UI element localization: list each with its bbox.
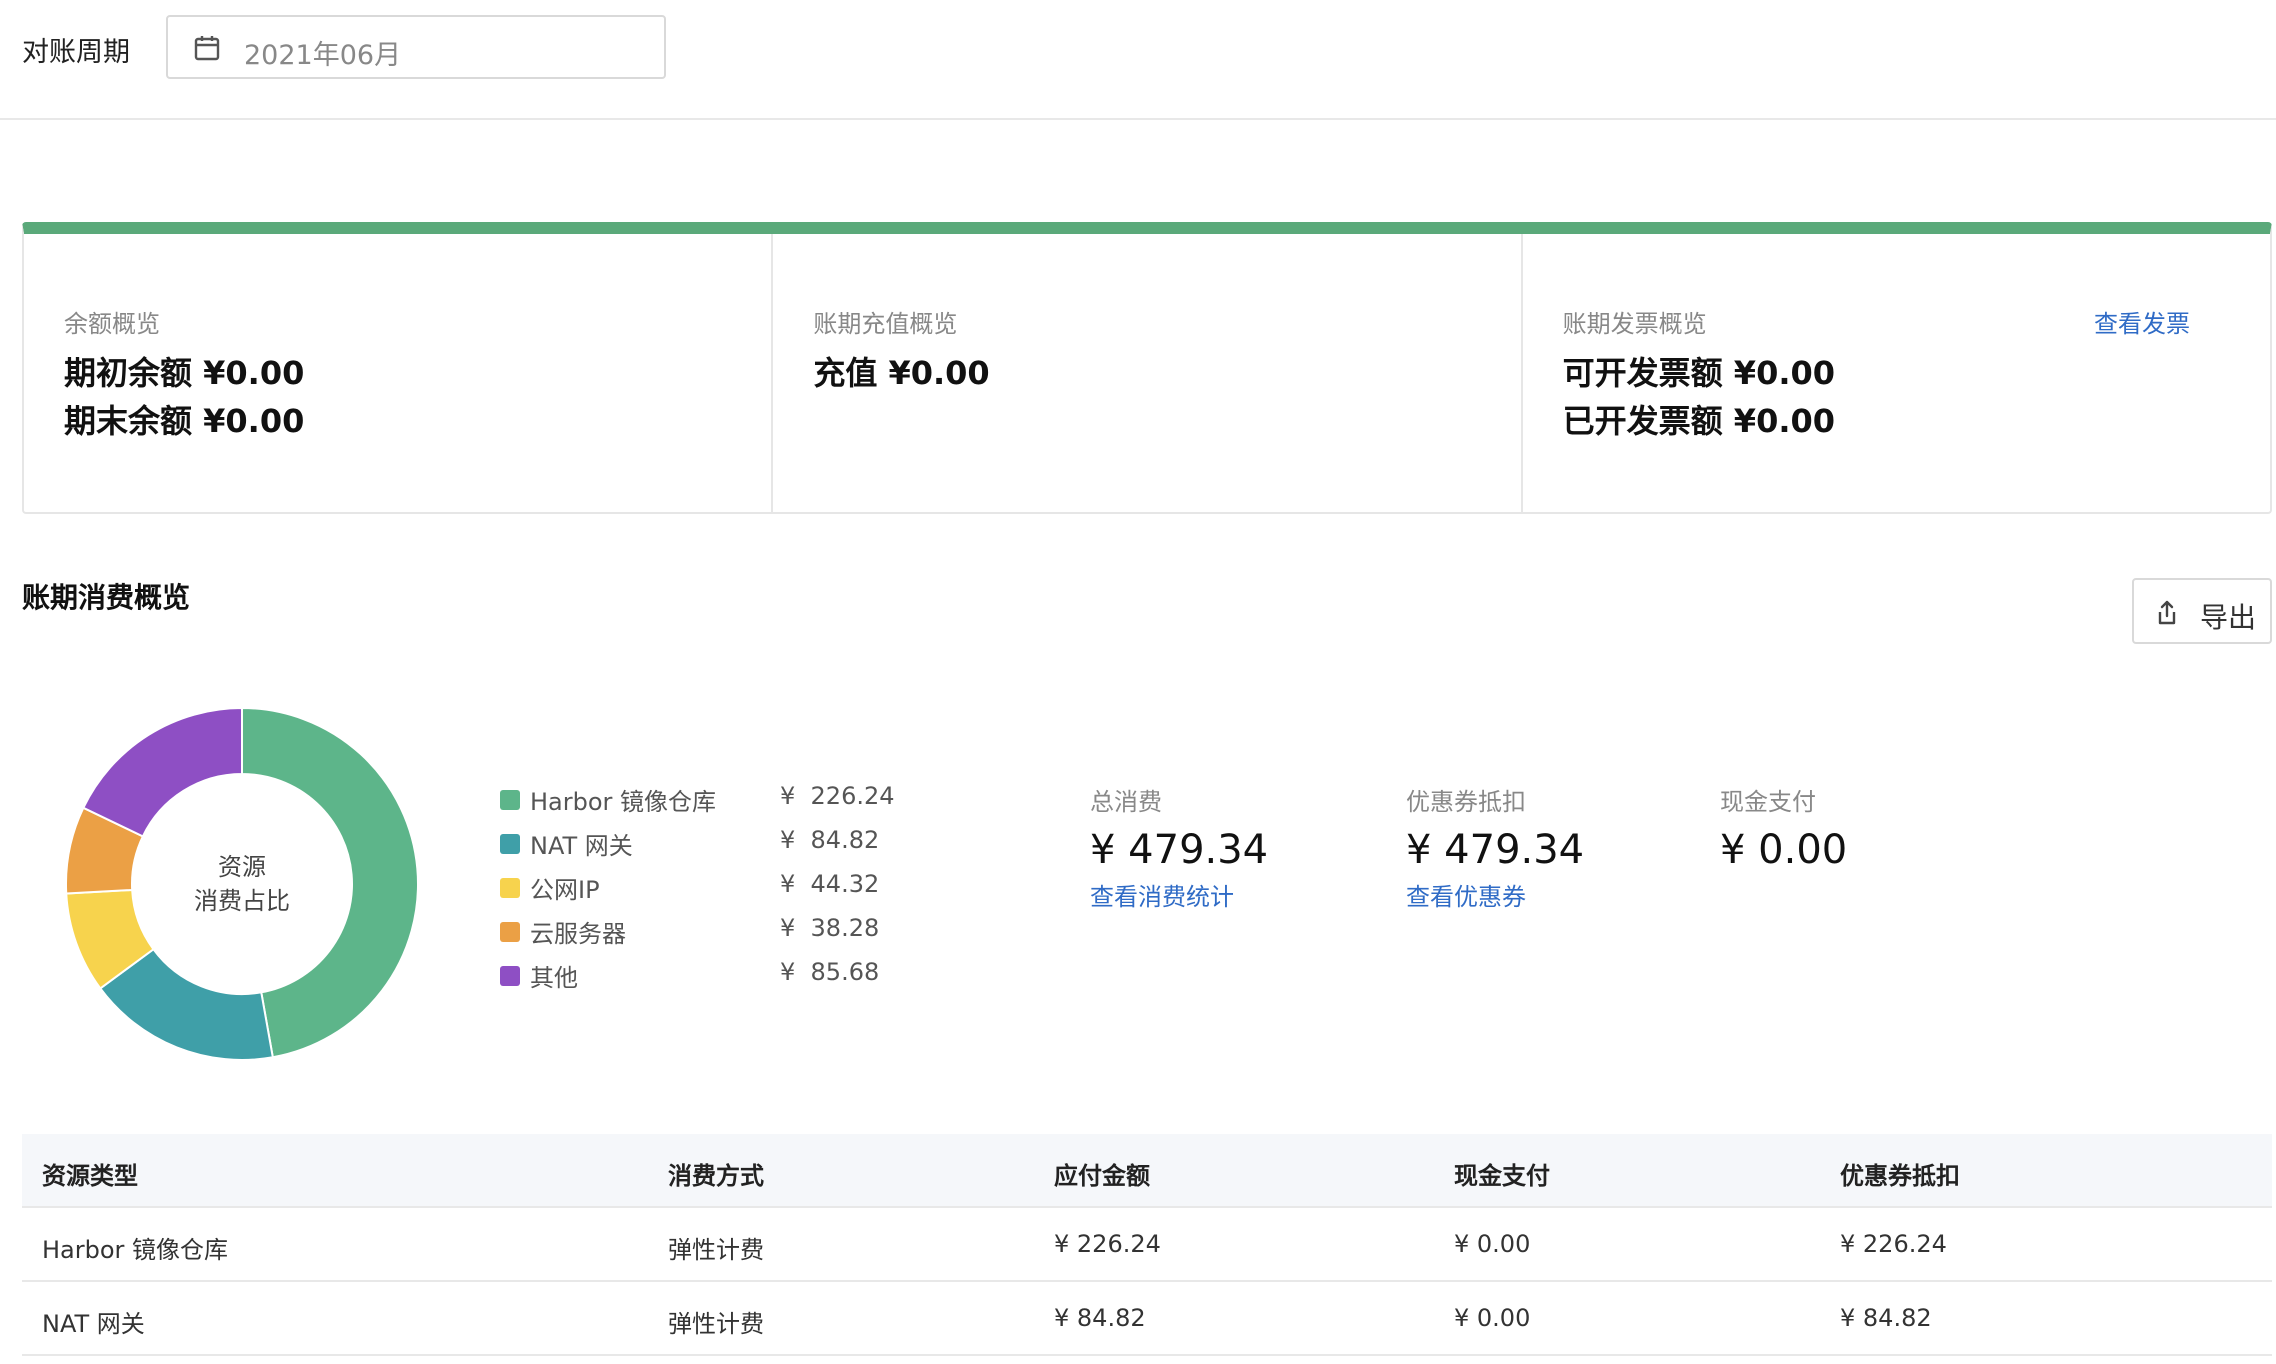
legend-item: 其他 ¥ 85.68 [500,956,920,1000]
table-cell: ¥ 226.24 [1054,1230,1161,1258]
cash-payment-stat: 现金支付 ¥ 0.00 [1720,782,1847,873]
coupon-value: ¥ 479.34 [1406,827,1585,873]
table-cell: 弹性计费 [668,1236,764,1264]
table-cell: ¥ 0.00 [1454,1304,1531,1332]
legend-swatch [500,790,520,810]
invoice-title: 账期发票概览 [1562,310,1707,338]
legend-amount: ¥ 85.68 [780,958,880,986]
invoice-card: 账期发票概览 查看发票 可开发票额 ¥0.00 已开发票额 ¥0.00 [1523,234,2270,512]
legend-item: NAT 网关 ¥ 84.82 [500,824,920,868]
summary-panel: 余额概览 期初余额 ¥0.00 期末余额 ¥0.00 账期充值概览 充值 ¥0.… [22,222,2272,514]
coupon-deduction-stat: 优惠券抵扣 ¥ 479.34 查看优惠券 [1406,782,1584,912]
invoice-available: 可开发票额 ¥0.00 [1562,354,1836,392]
total-value: ¥ 479.34 [1090,827,1269,873]
column-header: 消费方式 [668,1162,764,1190]
table-cell: ¥ 226.24 [1840,1230,1947,1258]
legend-amount: ¥ 84.82 [780,826,880,854]
legend-swatch [500,878,520,898]
legend-name: 云服务器 [530,920,626,948]
column-header: 应付金额 [1054,1162,1150,1190]
legend-item: 公网IP ¥ 44.32 [500,868,920,912]
period-date-picker[interactable]: 2021年06月 [166,15,666,79]
coupon-label: 优惠券抵扣 [1406,788,1526,816]
table-cell: ¥ 0.00 [1454,1230,1531,1258]
column-header: 资源类型 [42,1162,138,1190]
filter-bar: 对账周期 2021年06月 [0,0,2276,120]
consumption-table: 资源类型 消费方式 应付金额 现金支付 优惠券抵扣 Harbor 镜像仓库 弹性… [22,1134,2272,1356]
cash-label: 现金支付 [1720,788,1816,816]
legend-item: Harbor 镜像仓库 ¥ 226.24 [500,780,920,824]
table-row: NAT 网关 弹性计费 ¥ 84.82 ¥ 0.00 ¥ 84.82 [22,1282,2272,1356]
legend-amount: ¥ 226.24 [780,782,895,810]
invoice-issued: 已开发票额 ¥0.00 [1562,402,1836,440]
balance-card: 余额概览 期初余额 ¥0.00 期末余额 ¥0.00 [24,234,774,512]
table-row: Harbor 镜像仓库 弹性计费 ¥ 226.24 ¥ 0.00 ¥ 226.2… [22,1208,2272,1282]
legend-swatch [500,834,520,854]
view-coupons-link[interactable]: 查看优惠券 [1406,877,1584,912]
legend-amount: ¥ 38.28 [780,914,880,942]
table-cell: ¥ 84.82 [1054,1304,1146,1332]
column-header: 现金支付 [1454,1162,1550,1190]
calendar-icon [194,36,220,61]
view-consumption-stats-link[interactable]: 查看消费统计 [1090,877,1268,912]
table-cell: 弹性计费 [668,1310,764,1338]
consumption-legend: Harbor 镜像仓库 ¥ 226.24 NAT 网关 ¥ 84.82 公网IP… [500,780,920,1000]
closing-balance: 期末余额 ¥0.00 [64,402,305,440]
donut-center-line1: 资源 [218,853,266,881]
legend-name: Harbor 镜像仓库 [530,788,717,816]
consumption-title: 账期消费概览 [22,581,191,614]
export-label: 导出 [2200,601,2257,634]
legend-item: 云服务器 ¥ 38.28 [500,912,920,956]
legend-name: 其他 [530,964,578,992]
legend-name: NAT 网关 [530,832,633,860]
legend-name: 公网IP [530,876,600,904]
table-cell: NAT 网关 [42,1310,145,1338]
export-button[interactable]: 导出 [2132,578,2272,644]
table-header: 资源类型 消费方式 应付金额 现金支付 优惠券抵扣 [22,1134,2272,1208]
view-invoice-link[interactable]: 查看发票 [2094,304,2190,339]
recharge-card: 账期充值概览 充值 ¥0.00 [773,234,1523,512]
period-label: 对账周期 [22,37,130,68]
total-consumption-stat: 总消费 ¥ 479.34 查看消费统计 [1090,782,1268,912]
column-header: 优惠券抵扣 [1840,1162,1960,1190]
share-icon [2158,600,2176,625]
legend-swatch [500,922,520,942]
recharge-amount: 充值 ¥0.00 [813,354,990,392]
table-cell: ¥ 84.82 [1840,1304,1932,1332]
cash-value: ¥ 0.00 [1720,827,1848,873]
period-value: 2021年06月 [244,40,402,71]
donut-center-label: 资源 消费占比 [62,850,422,918]
legend-amount: ¥ 44.32 [780,870,880,898]
table-cell: Harbor 镜像仓库 [42,1236,229,1264]
recharge-title: 账期充值概览 [813,310,958,338]
total-label: 总消费 [1090,788,1162,816]
balance-title: 余额概览 [64,310,160,338]
donut-slice [82,706,243,838]
legend-swatch [500,966,520,986]
opening-balance: 期初余额 ¥0.00 [64,354,305,392]
donut-center-line2: 消费占比 [194,887,290,915]
